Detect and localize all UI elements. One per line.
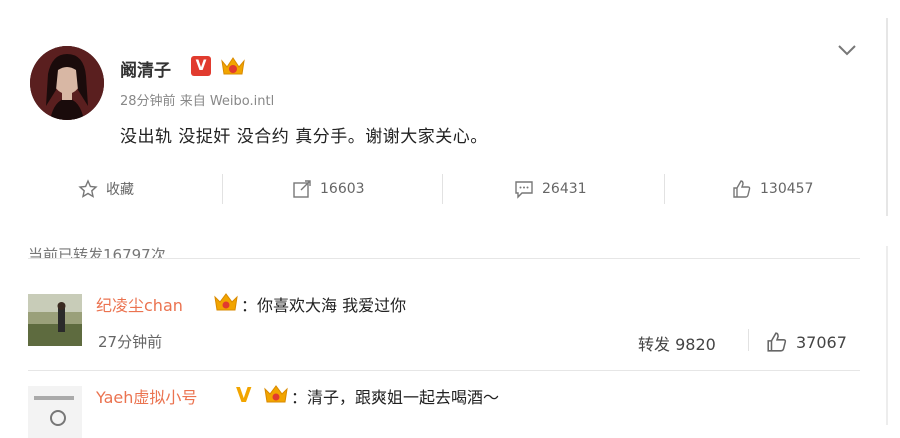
comment-body: 你喜欢大海 我爱过你 [257,296,407,315]
like-count: 130457 [760,181,814,197]
verified-badge-icon: V [191,56,211,76]
comment-icon [515,181,533,199]
commenter-name[interactable]: 纪凌尘chan [96,292,183,316]
comment-button[interactable]: 26431 [514,176,587,202]
panel-edge [886,246,888,425]
member-crown-icon [263,383,289,405]
comment-time: 27分钟前 [98,333,163,351]
favorite-button[interactable]: 收藏 [78,176,134,202]
repost-count: 16603 [320,181,365,197]
repost-link[interactable]: 转发 9820 [638,331,716,355]
member-crown-icon [213,291,239,313]
repost-count-header: 当前已转发16797次 [28,246,166,258]
post-username[interactable]: 阚清子 [120,56,171,81]
commenter-avatar[interactable] [28,386,82,438]
comment-text: ：你喜欢大海 我爱过你 [241,296,407,315]
commenter-name[interactable]: Yaeh虚拟小号 [96,384,197,408]
divider [664,174,665,204]
star-icon [78,179,98,198]
thumbs-up-icon [733,180,751,198]
comment-like-count: 37067 [796,332,847,352]
verified-v-icon: V [236,383,252,407]
member-crown-icon [219,53,247,79]
divider [222,174,223,204]
comment-count: 26431 [542,181,587,197]
repost-button[interactable]: 16603 [292,176,365,202]
comment-body: 清子，跟爽姐一起去喝酒～ [307,388,500,407]
avatar[interactable] [30,46,104,120]
comment-like-button[interactable]: 37067 [766,331,847,353]
like-button[interactable]: 130457 [732,176,813,202]
favorite-label: 收藏 [106,182,134,198]
divider [442,174,443,204]
chevron-down-icon[interactable] [836,42,858,58]
post-time: 28分钟前 [120,94,176,109]
post-action-bar: 收藏 16603 26431 130457 [12,160,887,216]
divider [28,258,860,259]
divider [748,329,749,351]
repost-icon [293,180,311,198]
post-text: 没出轨 没捉奸 没合约 真分手。谢谢大家关心。 [120,127,488,147]
comment-text: ：清子，跟爽姐一起去喝酒～ [291,388,500,407]
post-source[interactable]: 来自 Weibo.intl [180,94,275,109]
thumbs-up-icon [767,332,787,352]
section-gap [0,216,900,238]
post-meta: 28分钟前 来自 Weibo.intl [120,90,274,109]
commenter-avatar[interactable] [28,294,82,346]
divider [28,370,860,371]
